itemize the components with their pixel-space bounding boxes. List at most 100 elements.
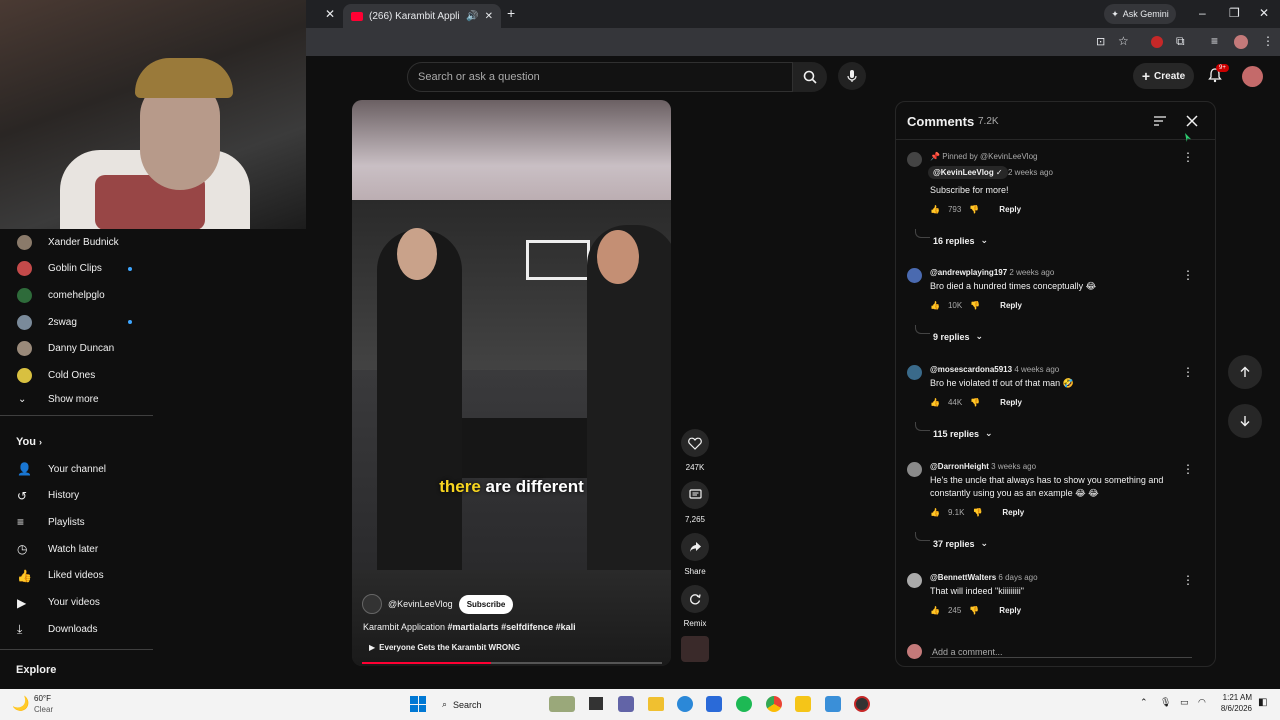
reply-button[interactable]: Reply [999,606,1021,615]
sidebar-item-downloads[interactable]: ⤓ Downloads [0,616,153,642]
thumbs-up-icon[interactable]: 👍 [930,205,940,214]
file-explorer-icon[interactable] [648,697,664,711]
commenter-name[interactable]: @BennettWalters 6 days ago [930,573,1038,582]
video-progress-bar[interactable] [362,662,662,664]
search-input[interactable]: Search or ask a question [407,62,793,92]
account-avatar[interactable] [1242,66,1263,87]
close-tab-icon[interactable]: ✕ [325,7,335,21]
search-button[interactable] [793,62,827,92]
commenter-name[interactable]: @andrewplaying197 2 weeks ago [930,268,1054,277]
shorts-video-player[interactable]: there are different @KevinLeeVlog Subscr… [352,100,671,666]
commenter-name[interactable]: @KevinLeeVlog ✓ [928,166,1008,179]
reply-button[interactable]: Reply [1000,398,1022,407]
close-window-icon[interactable]: ✕ [1259,6,1269,20]
comment-more-icon[interactable]: ⋮ [1182,365,1194,379]
commenter-name[interactable]: @DarronHeight 3 weeks ago [930,462,1036,471]
thumbs-up-icon[interactable]: 👍 [930,606,940,615]
sidebar-subscription[interactable]: Danny Duncan [0,336,153,362]
photos-icon[interactable] [825,696,841,712]
view-replies-button[interactable]: 9 replies ⌄ [914,325,983,342]
remix-button[interactable]: Remix [681,585,709,628]
channel-avatar[interactable] [362,594,382,614]
install-app-icon[interactable]: ⊡ [1096,35,1105,48]
add-comment-field[interactable]: Add a comment... [896,635,1215,666]
profile-avatar[interactable] [1234,35,1248,49]
minimize-icon[interactable]: – [1199,6,1206,20]
voice-search-button[interactable] [838,62,866,90]
bookmark-star-icon[interactable]: ☆ [1118,34,1129,48]
spotify-icon[interactable] [736,696,752,712]
extension-icon[interactable] [1151,36,1163,48]
thumbs-up-icon[interactable]: 👍 [930,301,940,310]
commenter-avatar[interactable] [907,462,922,477]
browser-menu-icon[interactable]: ⋮ [1262,34,1274,48]
sidebar-item-your-channel[interactable]: 👤 Your channel [0,456,153,482]
weather-temp[interactable]: 60°F [34,694,51,703]
sidebar-item-playlists[interactable]: ≡ Playlists [0,509,153,535]
edge-icon[interactable] [677,696,693,712]
previous-short-button[interactable] [1228,355,1262,389]
comment-more-icon[interactable]: ⋮ [1182,268,1194,282]
share-button[interactable]: Share [681,533,709,576]
comment-more-icon[interactable]: ⋮ [1182,462,1194,476]
sidebar-subscription[interactable]: 2swag [0,309,153,335]
sidebar-subscription[interactable]: Cold Ones [0,363,153,389]
teams-icon[interactable] [618,696,634,712]
sidebar-item-liked-videos[interactable]: 👍 Liked videos [0,563,153,589]
reply-button[interactable]: Reply [1000,301,1022,310]
restore-icon[interactable]: ❐ [1229,6,1240,20]
tray-chevron-icon[interactable]: ⌃ [1140,697,1148,708]
thumbs-down-icon[interactable]: 👎 [969,606,979,615]
sidebar-item-your-videos[interactable]: ▶ Your videos [0,590,153,616]
sidebar-item-watch-later[interactable]: ◷ Watch later [0,536,153,562]
commenter-avatar[interactable] [907,573,922,588]
reply-button[interactable]: Reply [999,205,1021,214]
audio-thumbnail[interactable] [681,636,709,662]
reply-button[interactable]: Reply [1002,508,1024,517]
taskbar-search[interactable]: ⌕ Search [434,694,546,715]
thumbs-up-icon[interactable]: 👍 [930,508,940,517]
network-icon[interactable]: ◠ [1198,697,1206,708]
start-button[interactable] [410,696,426,712]
comments-button[interactable]: 7,265 [681,481,709,524]
notification-center-icon[interactable]: ◧ [1258,697,1267,708]
display-icon[interactable]: ▭ [1180,697,1189,708]
sidebar-item-history[interactable]: ↺ History [0,483,153,509]
next-short-button[interactable] [1228,404,1262,438]
speaker-icon[interactable]: 🔊 [466,11,478,22]
obs-icon[interactable] [854,696,870,712]
video-hashtags[interactable]: #martialarts #selfdifence #kali [448,622,576,632]
sidebar-subscription[interactable]: Goblin Clips [0,256,153,282]
extensions-puzzle-icon[interactable]: ⧉ [1176,34,1185,49]
commenter-avatar[interactable] [907,268,922,283]
related-video-link[interactable]: ▶ Everyone Gets the Karambit WRONG [369,643,520,652]
you-section-heading[interactable]: You › [16,436,42,448]
sort-icon[interactable] [1153,115,1167,127]
widgets-icon[interactable] [549,696,575,712]
show-more-button[interactable]: ⌄ Show more [0,386,153,412]
comment-more-icon[interactable]: ⋮ [1182,150,1194,164]
ask-gemini-button[interactable]: ✦ Ask Gemini [1104,4,1176,24]
commenter-avatar[interactable] [907,152,922,167]
commenter-name[interactable]: @mosescardona5913 4 weeks ago [930,365,1059,374]
store-icon[interactable] [706,696,722,712]
clock-date[interactable]: 8/6/2026 [1210,704,1252,713]
view-replies-button[interactable]: 37 replies ⌄ [914,532,988,549]
channel-name[interactable]: @KevinLeeVlog [388,599,453,609]
new-tab-button[interactable]: + [507,5,515,21]
thumbs-down-icon[interactable]: 👎 [970,398,980,407]
notifications-button[interactable]: 9+ [1207,64,1229,85]
close-icon[interactable] [1186,115,1198,127]
comment-more-icon[interactable]: ⋮ [1182,573,1194,587]
browser-tab-active[interactable]: (266) Karambit Application 🔊 ✕ [343,4,501,28]
task-view-icon[interactable] [589,697,603,710]
clock-time[interactable]: 1:21 AM [1216,693,1252,702]
subscribe-button[interactable]: Subscribe [458,594,514,614]
create-button[interactable]: + Create [1133,63,1194,89]
thumbs-down-icon[interactable]: 👎 [969,205,979,214]
sidebar-subscription[interactable]: comehelpglo [0,282,153,308]
editor-app-icon[interactable] [795,696,811,712]
close-tab-icon[interactable]: ✕ [485,11,493,22]
microphone-icon[interactable]: 🎙 [1160,697,1171,708]
view-replies-button[interactable]: 115 replies ⌄ [915,422,993,439]
